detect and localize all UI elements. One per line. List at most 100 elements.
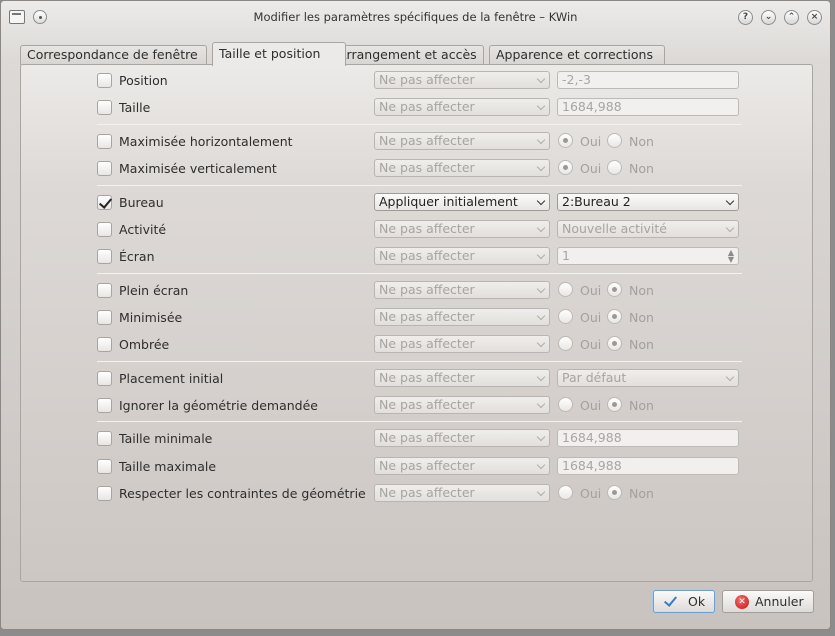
contraintes-non-radio[interactable] — [607, 485, 622, 500]
activite-checkbox[interactable] — [97, 222, 112, 237]
chevron-down-icon — [536, 101, 546, 111]
separator — [97, 361, 742, 362]
max-v-checkbox[interactable] — [97, 161, 112, 176]
activite-value: Nouvelle activité — [562, 221, 667, 236]
max-h-oui-radio[interactable] — [558, 133, 573, 148]
taille-min-value-input[interactable]: 1684,988 — [557, 429, 739, 447]
placement-policy-select[interactable]: Ne pas affecter — [374, 369, 550, 387]
placement-policy-value: Ne pas affecter — [379, 370, 475, 385]
placement-value-select[interactable]: Par défaut — [557, 369, 739, 387]
ok-button[interactable]: Ok — [653, 590, 715, 613]
help-button[interactable]: ? — [738, 10, 753, 25]
ignorer-geo-policy-value: Ne pas affecter — [379, 397, 475, 412]
max-h-non-radio[interactable] — [607, 133, 622, 148]
contraintes-policy-select[interactable]: Ne pas affecter — [374, 484, 550, 502]
row-contraintes-geometrie: Respecter les contraintes de géométrie N… — [21, 484, 814, 504]
bureau-label: Bureau — [119, 195, 164, 210]
ignorer-geo-oui-radio[interactable] — [558, 397, 573, 412]
max-h-policy-select[interactable]: Ne pas affecter — [374, 132, 550, 150]
separator — [97, 273, 742, 274]
position-policy-select[interactable]: Ne pas affecter — [374, 71, 550, 89]
tab-taille-position[interactable]: Taille et position — [212, 42, 346, 66]
maximize-button[interactable]: ⌃ — [784, 10, 799, 25]
chevron-down-icon — [725, 223, 735, 233]
position-value-input[interactable]: -2,-3 — [557, 71, 739, 89]
taille-min-policy-select[interactable]: Ne pas affecter — [374, 429, 550, 447]
plein-ecran-checkbox[interactable] — [97, 283, 112, 298]
taille-value-input[interactable]: 1684,988 — [557, 98, 739, 116]
taille-policy-value: Ne pas affecter — [379, 99, 475, 114]
ecran-spinbox[interactable]: 1 ▲ ▼ — [557, 247, 739, 265]
max-v-policy-select[interactable]: Ne pas affecter — [374, 159, 550, 177]
ignorer-geo-oui-label: Oui — [580, 398, 602, 413]
contraintes-checkbox[interactable] — [97, 486, 112, 501]
ignorer-geo-non-radio[interactable] — [607, 397, 622, 412]
bureau-value-select[interactable]: 2:Bureau 2 — [557, 193, 739, 211]
ecran-checkbox[interactable] — [97, 249, 112, 264]
row-ignorer-geometrie: Ignorer la géométrie demandée Ne pas aff… — [21, 396, 814, 416]
taille-checkbox[interactable] — [97, 100, 112, 115]
bureau-checkbox[interactable] — [97, 195, 112, 210]
ok-label: Ok — [688, 594, 706, 609]
cancel-button[interactable]: ✕ Annuler — [722, 590, 814, 613]
taille-max-policy-select[interactable]: Ne pas affecter — [374, 457, 550, 475]
ombree-label: Ombrée — [119, 337, 170, 352]
plein-ecran-non-radio[interactable] — [607, 282, 622, 297]
activite-value-select[interactable]: Nouvelle activité — [557, 220, 739, 238]
row-ombree: Ombrée Ne pas affecter Oui Non — [21, 335, 814, 355]
chevron-down-icon — [536, 399, 546, 409]
taille-min-checkbox[interactable] — [97, 431, 112, 446]
plein-ecran-oui-radio[interactable] — [558, 282, 573, 297]
contraintes-non-label: Non — [629, 486, 654, 501]
row-taille-minimale: Taille minimale Ne pas affecter 1684,988 — [21, 429, 814, 449]
close-button[interactable]: × — [807, 10, 822, 25]
ombree-non-radio[interactable] — [607, 336, 622, 351]
ombree-policy-select[interactable]: Ne pas affecter — [374, 335, 550, 353]
chevron-down-icon — [536, 432, 546, 442]
tab-apparence[interactable]: Apparence et corrections — [489, 45, 665, 65]
max-v-oui-radio[interactable] — [558, 160, 573, 175]
minimisee-policy-value: Ne pas affecter — [379, 309, 475, 324]
placement-checkbox[interactable] — [97, 371, 112, 386]
chevron-down-icon — [536, 196, 546, 206]
tab-correspondance[interactable]: Correspondance de fenêtre — [20, 45, 207, 65]
separator — [97, 421, 742, 422]
ecran-value: 1 — [562, 248, 570, 263]
taille-policy-select[interactable]: Ne pas affecter — [374, 98, 550, 116]
chevron-down-icon — [536, 162, 546, 172]
minimisee-checkbox[interactable] — [97, 310, 112, 325]
taille-min-label: Taille minimale — [119, 431, 213, 446]
max-h-non-label: Non — [629, 134, 654, 149]
max-v-non-radio[interactable] — [607, 160, 622, 175]
plein-ecran-policy-select[interactable]: Ne pas affecter — [374, 281, 550, 299]
tab-arrangement[interactable]: Arrangement et accès — [331, 45, 484, 65]
max-h-checkbox[interactable] — [97, 134, 112, 149]
dialog-window: Modifier les paramètres spécifiques de l… — [0, 0, 831, 630]
activite-policy-select[interactable]: Ne pas affecter — [374, 220, 550, 238]
minimize-button[interactable]: ⌄ — [761, 10, 776, 25]
chevron-down-icon — [536, 284, 546, 294]
ecran-policy-value: Ne pas affecter — [379, 248, 475, 263]
ombree-checkbox[interactable] — [97, 337, 112, 352]
ignorer-geo-policy-select[interactable]: Ne pas affecter — [374, 396, 550, 414]
ecran-policy-select[interactable]: Ne pas affecter — [374, 247, 550, 265]
contraintes-oui-radio[interactable] — [558, 485, 573, 500]
chevron-down-icon — [725, 196, 735, 206]
taille-max-policy-value: Ne pas affecter — [379, 458, 475, 473]
ignorer-geo-checkbox[interactable] — [97, 398, 112, 413]
separator — [97, 185, 742, 186]
minimisee-policy-select[interactable]: Ne pas affecter — [374, 308, 550, 326]
bureau-policy-select[interactable]: Appliquer initialement — [374, 193, 550, 211]
minimisee-oui-radio[interactable] — [558, 309, 573, 324]
bureau-policy-value: Appliquer initialement — [379, 194, 518, 209]
ignorer-geo-non-label: Non — [629, 398, 654, 413]
minimisee-non-radio[interactable] — [607, 309, 622, 324]
position-checkbox[interactable] — [97, 73, 112, 88]
taille-max-checkbox[interactable] — [97, 459, 112, 474]
ombree-oui-radio[interactable] — [558, 336, 573, 351]
spin-arrows-icon[interactable]: ▲ ▼ — [728, 249, 734, 264]
taille-max-value-input[interactable]: 1684,988 — [557, 457, 739, 475]
placement-label: Placement initial — [119, 371, 224, 386]
plein-ecran-non-label: Non — [629, 283, 654, 298]
chevron-down-icon — [536, 487, 546, 497]
